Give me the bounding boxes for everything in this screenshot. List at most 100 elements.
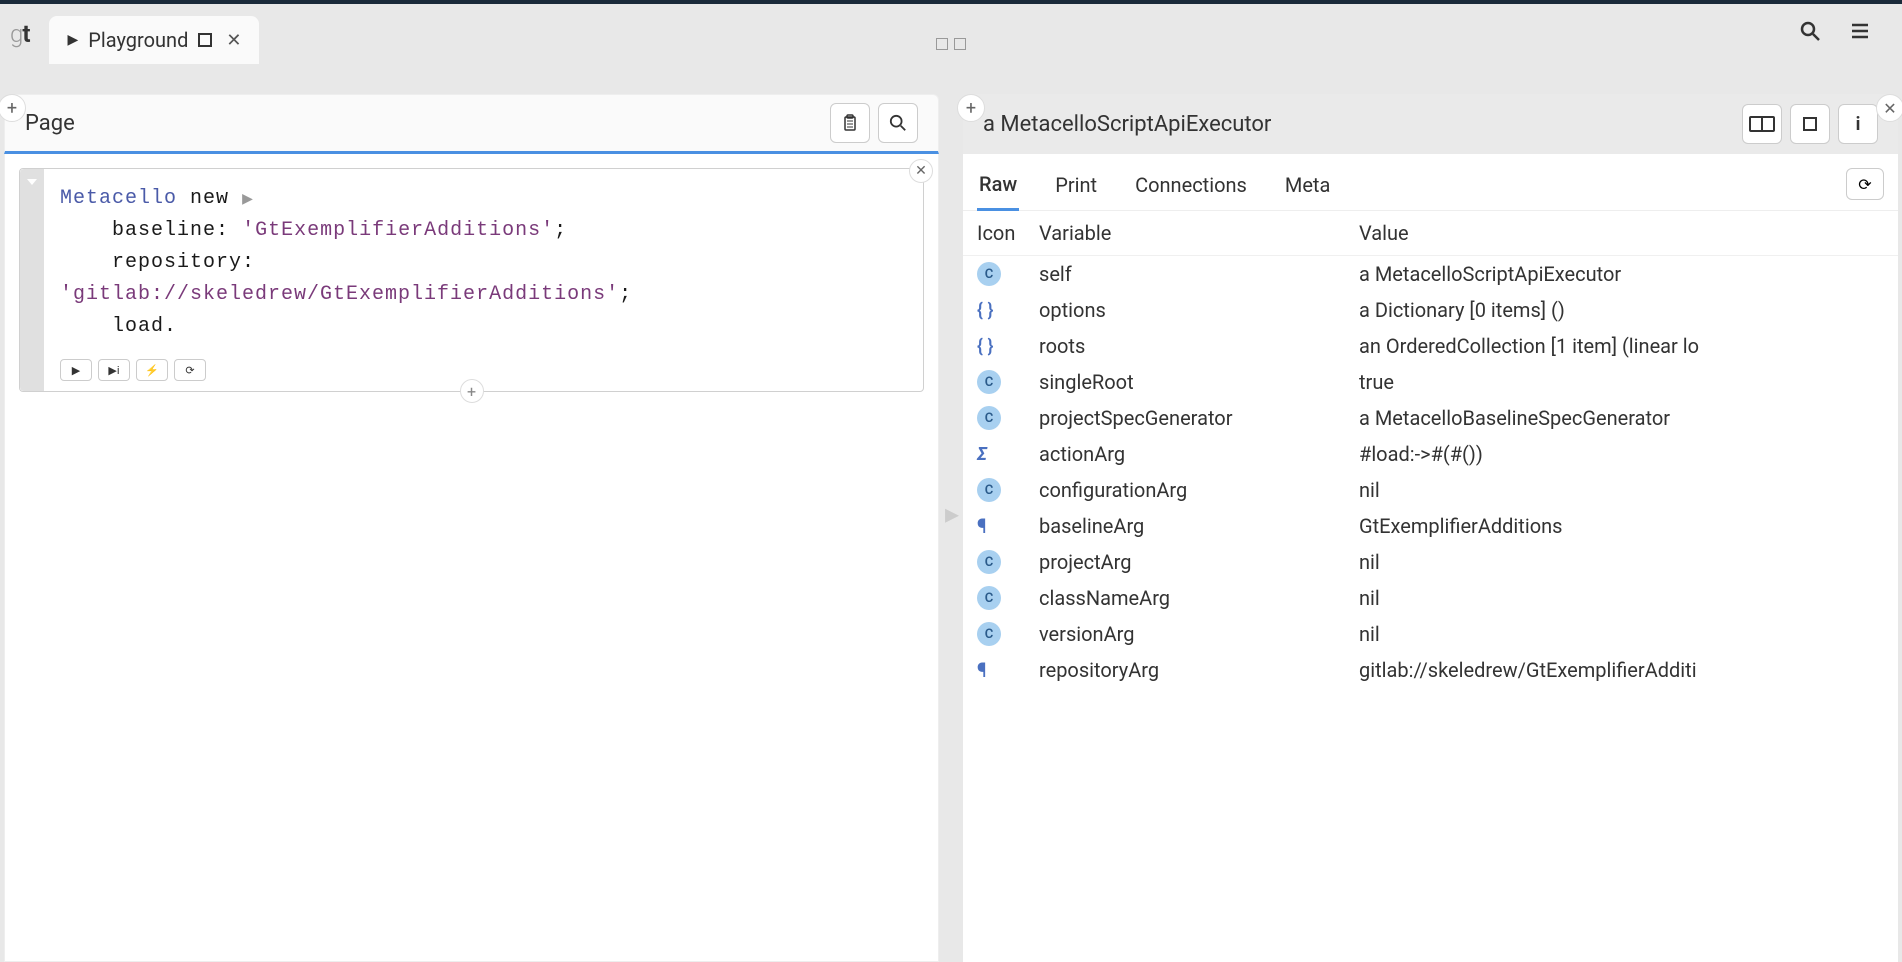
row-icon: C — [977, 370, 1039, 394]
column-header-variable: Variable — [1039, 221, 1359, 245]
row-variable: options — [1039, 298, 1359, 322]
class-icon: C — [977, 262, 1001, 286]
row-icon: C — [977, 478, 1039, 502]
paragraph-icon: ¶ — [977, 658, 987, 682]
profile-button[interactable]: ⟳ — [174, 359, 206, 381]
search-button[interactable] — [878, 103, 918, 143]
sigma-icon: Σ — [977, 444, 987, 465]
debug-button[interactable]: ⚡ — [136, 359, 168, 381]
table-row[interactable]: ¶repositoryArggitlab://skeledrew/GtExemp… — [963, 652, 1898, 688]
row-value: nil — [1359, 586, 1884, 610]
table-row[interactable]: CprojectSpecGeneratora MetacelloBaseline… — [963, 400, 1898, 436]
workspace: + Page ✕ Metacello new ▶ baseline: 'GtEx… — [0, 64, 1902, 962]
clipboard-button[interactable] — [830, 103, 870, 143]
left-pane: + Page ✕ Metacello new ▶ baseline: 'GtEx… — [4, 94, 939, 962]
row-variable: baselineArg — [1039, 514, 1359, 538]
menu-icon[interactable] — [1850, 21, 1870, 47]
inspector-table-header: Icon Variable Value — [963, 211, 1898, 256]
inspector-body: Raw Print Connections Meta ⟳ Icon Variab… — [963, 154, 1898, 962]
row-variable: projectSpecGenerator — [1039, 406, 1359, 430]
add-pane-button[interactable]: + — [957, 94, 985, 122]
row-variable: singleRoot — [1039, 370, 1359, 394]
row-value: true — [1359, 370, 1884, 394]
maximize-button[interactable] — [1790, 104, 1830, 144]
inspector-rows: Cselfa MetacelloScriptApiExecutor{ }opti… — [963, 256, 1898, 688]
row-icon: C — [977, 406, 1039, 430]
tab-meta[interactable]: Meta — [1283, 165, 1333, 209]
layout-mode-icons[interactable] — [936, 38, 966, 50]
table-row[interactable]: { }rootsan OrderedCollection [1 item] (l… — [963, 328, 1898, 364]
tab-connections[interactable]: Connections — [1133, 165, 1249, 209]
class-icon: C — [977, 406, 1001, 430]
row-variable: self — [1039, 262, 1359, 286]
snippet-close-button[interactable]: ✕ — [909, 159, 933, 183]
inspector-header: a MetacelloScriptApiExecutor i — [963, 94, 1898, 154]
row-icon: C — [977, 586, 1039, 610]
code-snippet[interactable]: ✕ Metacello new ▶ baseline: 'GtExemplifi… — [19, 168, 924, 392]
column-header-value: Value — [1359, 221, 1884, 245]
row-value: a MetacelloScriptApiExecutor — [1359, 262, 1884, 286]
row-value: nil — [1359, 550, 1884, 574]
tab-raw[interactable]: Raw — [977, 164, 1019, 211]
table-row[interactable]: CclassNameArgnil — [963, 580, 1898, 616]
row-icon: ¶ — [977, 514, 1039, 538]
row-value: #load:->#(#()) — [1359, 442, 1884, 466]
table-row[interactable]: ¶ baselineArgGtExemplifierAdditions — [963, 508, 1898, 544]
row-value: GtExemplifierAdditions — [1359, 514, 1884, 538]
class-icon: C — [977, 550, 1001, 574]
tab-strip: gt ▶ Playground ✕ — [0, 4, 1902, 64]
do-it-and-go-button[interactable]: ▶i — [98, 359, 130, 381]
maximize-icon — [1803, 117, 1817, 131]
row-variable: classNameArg — [1039, 586, 1359, 610]
do-it-button[interactable]: ▶ — [60, 359, 92, 381]
play-icon: ▶ — [67, 32, 78, 48]
table-row[interactable]: { }optionsa Dictionary [0 items] () — [963, 292, 1898, 328]
search-icon[interactable] — [1800, 21, 1820, 47]
snippet-gutter[interactable] — [20, 169, 44, 391]
table-row[interactable]: Cselfa MetacelloScriptApiExecutor — [963, 256, 1898, 292]
book-icon — [1749, 116, 1775, 132]
code-editor[interactable]: Metacello new ▶ baseline: 'GtExemplifier… — [20, 169, 923, 353]
row-icon: { } — [977, 300, 1039, 321]
row-variable: versionArg — [1039, 622, 1359, 646]
info-button[interactable]: i — [1838, 104, 1878, 144]
table-row[interactable]: ΣactionArg#load:->#(#()) — [963, 436, 1898, 472]
table-row[interactable]: CprojectArgnil — [963, 544, 1898, 580]
table-row[interactable]: CconfigurationArgnil — [963, 472, 1898, 508]
row-value: an OrderedCollection [1 item] (linear lo — [1359, 334, 1884, 358]
row-icon: { } — [977, 336, 1039, 357]
tab-playground[interactable]: ▶ Playground ✕ — [49, 16, 259, 64]
refresh-button[interactable]: ⟳ — [1846, 168, 1884, 200]
add-snippet-button[interactable]: + — [460, 379, 484, 403]
row-value: gitlab://skeledrew/GtExemplifierAdditi — [1359, 658, 1884, 682]
close-icon[interactable]: ✕ — [226, 30, 241, 51]
inspector-title: a MetacelloScriptApiExecutor — [983, 112, 1742, 137]
table-row[interactable]: CversionArgnil — [963, 616, 1898, 652]
browse-button[interactable] — [1742, 104, 1782, 144]
layout-single-icon[interactable] — [936, 38, 948, 50]
paragraph-icon: ¶ — [977, 514, 987, 538]
row-value: a Dictionary [0 items] () — [1359, 298, 1884, 322]
chevron-right-icon[interactable]: ▸ — [945, 497, 959, 530]
dictionary-icon: { } — [977, 336, 993, 357]
close-pane-button[interactable]: ✕ — [1876, 94, 1902, 122]
row-icon: Σ — [977, 444, 1039, 465]
class-icon: C — [977, 478, 1001, 502]
class-icon: C — [977, 586, 1001, 610]
right-pane: + ✕ a MetacelloScriptApiExecutor i Raw P… — [963, 94, 1898, 962]
row-icon: C — [977, 550, 1039, 574]
table-row[interactable]: CsingleRoottrue — [963, 364, 1898, 400]
inspector-tabs: Raw Print Connections Meta ⟳ — [963, 154, 1898, 211]
left-pane-header: Page — [4, 94, 939, 154]
layout-split-icon[interactable] — [954, 38, 966, 50]
page-title: Page — [25, 111, 830, 136]
row-variable: projectArg — [1039, 550, 1359, 574]
row-variable: configurationArg — [1039, 478, 1359, 502]
row-value: nil — [1359, 622, 1884, 646]
tab-print[interactable]: Print — [1053, 165, 1099, 209]
app-logo: gt — [10, 20, 29, 48]
run-cursor-icon[interactable]: ▶ — [242, 192, 254, 208]
tab-title: Playground — [88, 28, 188, 52]
maximize-icon[interactable] — [198, 33, 212, 47]
class-icon: C — [977, 370, 1001, 394]
